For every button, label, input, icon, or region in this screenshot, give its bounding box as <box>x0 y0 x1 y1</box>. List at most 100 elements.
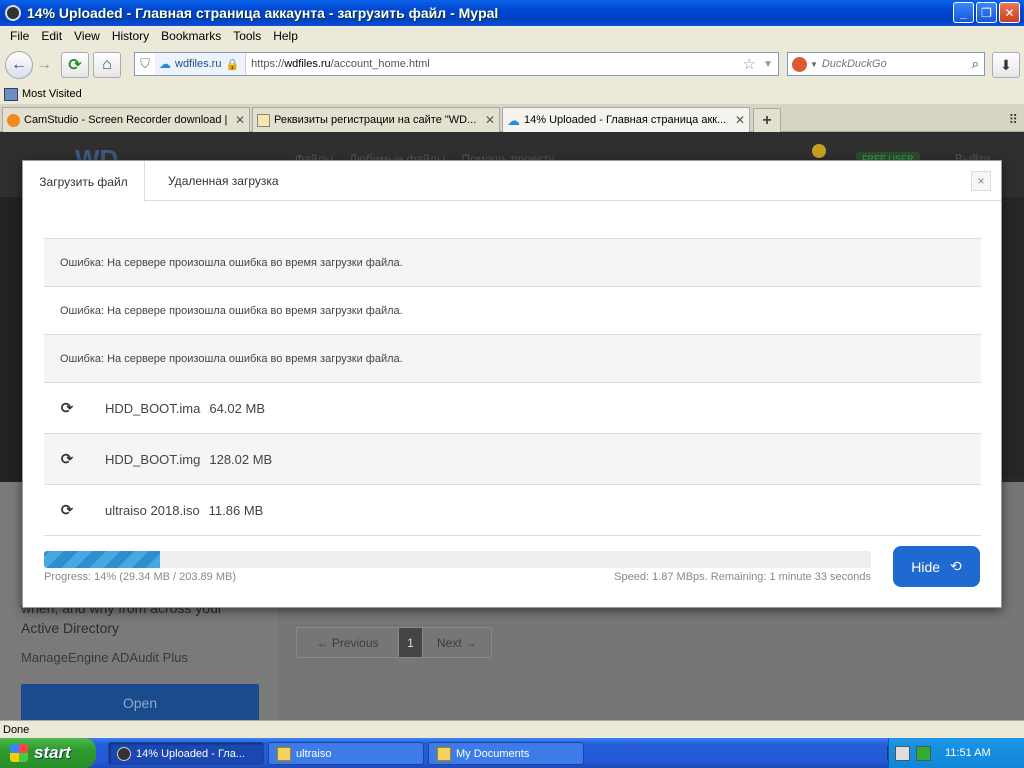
upload-error-message: Ошибка: На сервере произошла ошибка во в… <box>44 334 981 382</box>
downloads-button[interactable]: ⬇ <box>992 52 1020 78</box>
sync-icon: ⟳ <box>60 400 74 417</box>
page-right-panel <box>1001 197 1024 477</box>
bookmark-star-icon[interactable]: ☆ <box>743 55 756 73</box>
menu-bar: File Edit View History Bookmarks Tools H… <box>0 26 1024 46</box>
window-controls: _ ❐ ✕ <box>953 2 1020 23</box>
ad-open-button[interactable]: Open <box>21 684 259 720</box>
close-tab-icon[interactable]: ✕ <box>481 113 495 127</box>
navigation-toolbar: ← → ⟳ ⌂ ⛉ ☁ wdfiles.ru 🔒 https://wdfiles… <box>0 46 1024 84</box>
tab-strip: CamStudio - Screen Recorder download |..… <box>0 104 1024 132</box>
bookmark-most-visited[interactable]: Most Visited <box>22 88 82 100</box>
site-identity-label: wdfiles.ru <box>175 58 222 70</box>
download-arrow-icon: ⬇ <box>1000 56 1012 73</box>
menu-history[interactable]: History <box>106 29 155 43</box>
upload-modal: Загрузить файл Удаленная загрузка × Ошиб… <box>22 160 1002 608</box>
menu-file[interactable]: File <box>4 29 35 43</box>
minimize-button[interactable]: _ <box>953 2 974 23</box>
upload-file-row: ⟳ HDD_BOOT.img 128.02 MB <box>44 433 981 484</box>
search-box[interactable]: ▼ ⌕ <box>787 52 985 76</box>
upload-progress-bar <box>44 551 871 568</box>
site-identity[interactable]: ☁ wdfiles.ru 🔒 <box>155 53 247 75</box>
file-size: 64.02 MB <box>209 400 266 416</box>
menu-edit[interactable]: Edit <box>35 29 68 43</box>
menu-bookmarks[interactable]: Bookmarks <box>155 29 227 43</box>
most-visited-icon <box>4 87 18 101</box>
cloud-icon: ☁ <box>507 112 520 128</box>
ad-brand: ManageEngine ADAudit Plus <box>21 650 188 665</box>
modal-tabs: Загрузить файл Удаленная загрузка × <box>23 161 1001 202</box>
file-size: 11.86 MB <box>208 502 264 518</box>
url-path: /account_home.html <box>330 58 430 70</box>
tab-remote-upload[interactable]: Удаленная загрузка <box>168 161 279 201</box>
taskbar-item-ultraiso[interactable]: ultraiso <box>268 742 424 765</box>
status-bar: Done <box>0 720 1024 738</box>
pagination: ← Previous 1 Next → <box>296 627 492 658</box>
hide-button[interactable]: Hide ⟲ <box>893 546 980 587</box>
page-left-panel <box>0 197 22 487</box>
url-text[interactable]: https://wdfiles.ru/account_home.html <box>246 58 430 70</box>
url-prefix: https:// <box>251 58 285 70</box>
clock[interactable]: 11:51 AM <box>945 747 991 759</box>
maximize-button[interactable]: ❐ <box>976 2 997 23</box>
close-tab-icon[interactable]: ✕ <box>231 113 245 127</box>
home-icon: ⌂ <box>102 56 112 73</box>
start-label: start <box>34 743 71 762</box>
reload-button[interactable]: ⟳ <box>61 52 89 78</box>
mypal-icon <box>117 746 131 761</box>
forward-button[interactable]: → <box>33 52 55 78</box>
chevron-down-icon[interactable]: ▼ <box>763 59 773 70</box>
sync-icon: ⟳ <box>60 502 74 519</box>
search-engine-dropdown-icon[interactable]: ▼ <box>810 60 818 69</box>
back-button[interactable]: ← <box>5 51 33 79</box>
file-name: HDD_BOOT.ima <box>105 400 201 416</box>
search-input[interactable] <box>821 58 962 70</box>
plus-icon: + <box>762 111 772 129</box>
close-tab-icon[interactable]: ✕ <box>731 113 745 127</box>
tab-camstudio[interactable]: CamStudio - Screen Recorder download |..… <box>2 107 250 132</box>
ad-text-line: Active Directory <box>21 620 120 636</box>
duckduckgo-icon[interactable] <box>792 56 807 72</box>
folder-icon <box>277 746 291 761</box>
mypal-app-icon[interactable] <box>5 5 21 21</box>
url-bar[interactable]: ⛉ ☁ wdfiles.ru 🔒 https://wdfiles.ru/acco… <box>134 52 779 76</box>
arrow-right-icon: → <box>36 56 52 73</box>
notification-badge[interactable] <box>812 144 826 158</box>
hide-button-label: Hide <box>911 558 941 575</box>
upload-file-row: ⟳ ultraiso 2018.iso 11.86 MB <box>44 484 981 535</box>
tab-upload-file[interactable]: Загрузить файл <box>23 161 145 202</box>
tab-wdfiles[interactable]: ☁ 14% Uploaded - Главная страница акк...… <box>502 107 750 132</box>
refresh-icon: ⟲ <box>950 558 962 574</box>
system-tray: 11:51 AM <box>888 738 1024 768</box>
lock-icon: 🔒 <box>225 58 240 71</box>
tray-app-icon[interactable] <box>916 745 931 761</box>
upload-error-message: Ошибка: На сервере произошла ошибка во в… <box>44 238 981 286</box>
pagination-page-1[interactable]: 1 <box>399 628 423 657</box>
list-divider <box>44 535 981 536</box>
cloud-icon: ☁ <box>159 57 171 71</box>
search-icon[interactable]: ⌕ <box>972 56 979 72</box>
taskbar-item-my-documents[interactable]: My Documents <box>428 742 584 765</box>
windows-logo-icon <box>10 744 28 762</box>
pagination-previous[interactable]: ← Previous <box>297 628 399 657</box>
menu-help[interactable]: Help <box>267 29 304 43</box>
home-button[interactable]: ⌂ <box>93 52 121 78</box>
close-window-button[interactable]: ✕ <box>999 2 1020 23</box>
tab-label: CamStudio - Screen Recorder download |..… <box>24 114 227 126</box>
start-button[interactable]: start <box>0 738 96 768</box>
mail-icon <box>257 113 270 127</box>
menu-view[interactable]: View <box>68 29 106 43</box>
file-name: HDD_BOOT.img <box>105 451 201 467</box>
network-icon[interactable] <box>895 745 910 761</box>
file-name: ultraiso 2018.iso <box>105 502 200 518</box>
tab-list-icon[interactable]: ⠿ <box>1008 112 1018 128</box>
taskbar-item-mypal[interactable]: 14% Uploaded - Гла... <box>108 742 264 765</box>
upload-file-row: ⟳ HDD_BOOT.ima 64.02 MB <box>44 382 981 433</box>
shield-icon[interactable]: ⛉ <box>135 56 155 72</box>
pagination-next[interactable]: Next → <box>423 628 491 657</box>
arrow-left-icon: ← <box>11 56 27 73</box>
menu-tools[interactable]: Tools <box>227 29 267 43</box>
tab-mail[interactable]: Реквизиты регистрации на сайте "WD... ✕ <box>252 107 500 132</box>
new-tab-button[interactable]: + <box>753 108 781 132</box>
bookmarks-toolbar: Most Visited <box>0 84 1024 104</box>
modal-close-button[interactable]: × <box>971 171 991 191</box>
